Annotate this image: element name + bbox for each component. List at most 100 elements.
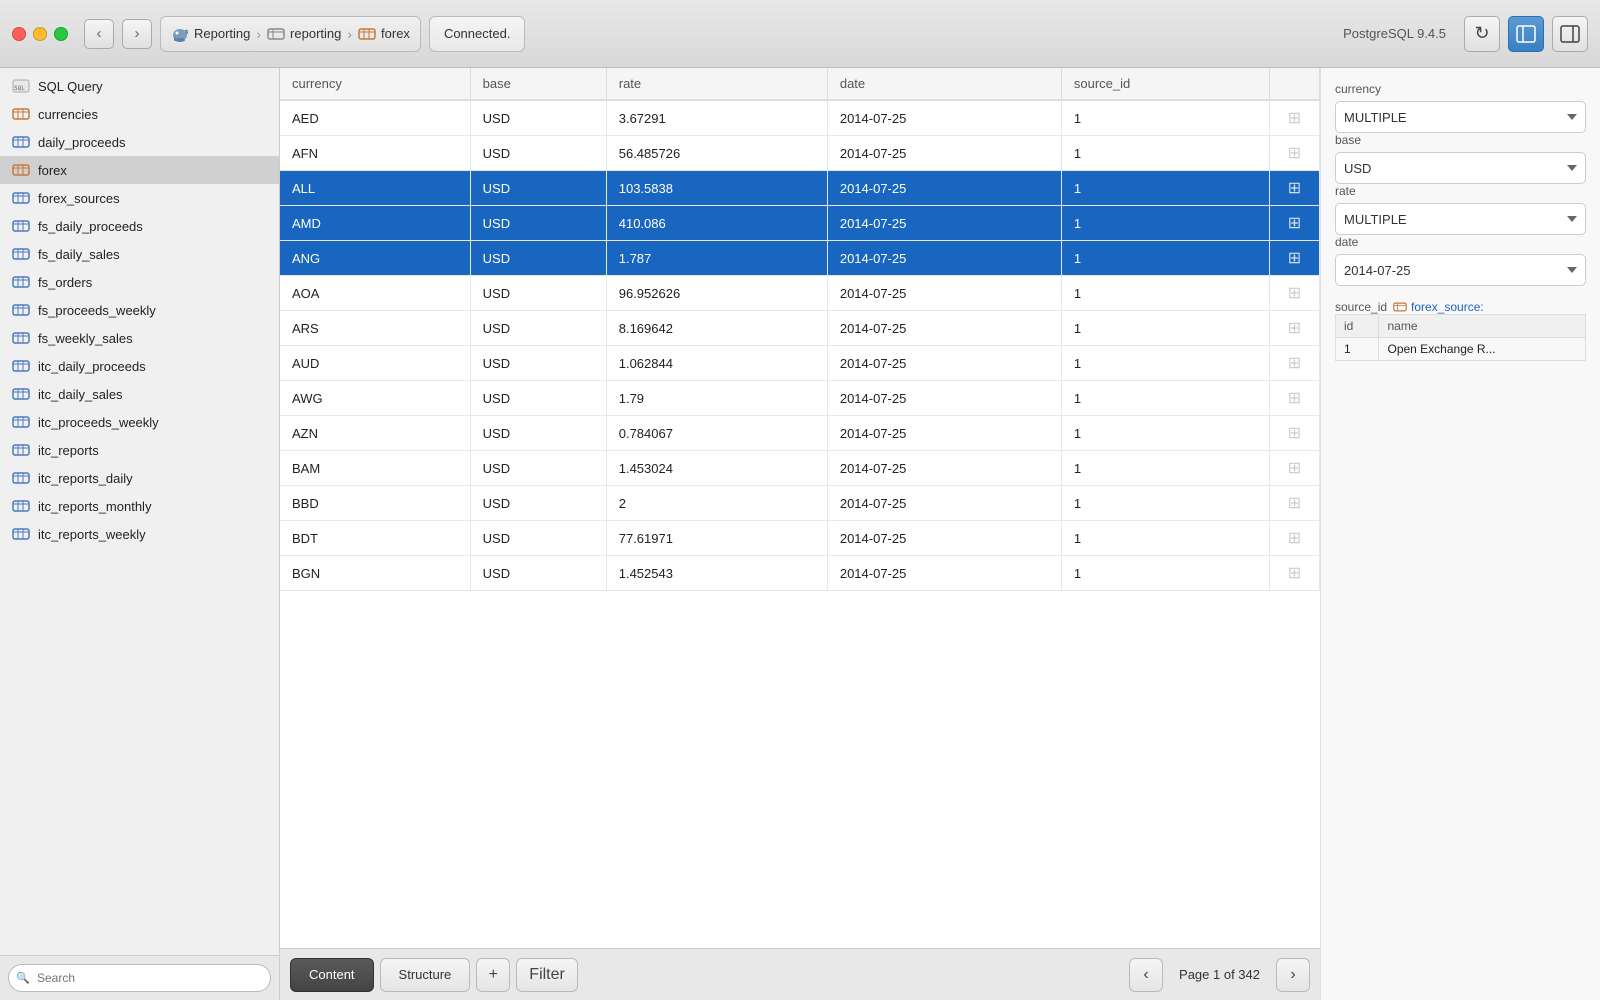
cell-source_id: 1 (1061, 521, 1269, 556)
cell-currency: AUD (280, 346, 470, 381)
table-blue-icon (12, 189, 30, 207)
table-header: currency base rate date source_id (280, 68, 1320, 100)
cell-rate: 2 (606, 486, 827, 521)
table-row[interactable]: AOA USD 96.952626 2014-07-25 1 ⊞ (280, 276, 1320, 311)
sidebar-item-itc-proceeds-weekly[interactable]: itc_proceeds_weekly (0, 408, 279, 436)
table-row[interactable]: ANG USD 1.787 2014-07-25 1 ⊞ (280, 241, 1320, 276)
tab-content[interactable]: Content (290, 958, 374, 992)
cell-rate: 410.086 (606, 206, 827, 241)
forward-button[interactable]: › (122, 19, 152, 49)
zoom-button[interactable] (54, 27, 68, 41)
row-grid-icon[interactable]: ⊞ (1288, 180, 1301, 197)
row-grid-icon[interactable]: ⊞ (1288, 285, 1301, 302)
left-panel-toggle[interactable] (1508, 16, 1544, 52)
filter-label-rate: rate (1335, 184, 1586, 198)
table-blue-icon (12, 133, 30, 151)
row-grid-icon[interactable]: ⊞ (1288, 215, 1301, 232)
row-grid-icon[interactable]: ⊞ (1288, 145, 1301, 162)
sidebar-item-label: itc_reports_weekly (38, 527, 146, 542)
sidebar-item-label: fs_proceeds_weekly (38, 303, 156, 318)
back-button[interactable]: ‹ (84, 19, 114, 49)
sidebar-item-itc-reports-daily[interactable]: itc_reports_daily (0, 464, 279, 492)
right-panel-icon (1560, 24, 1580, 44)
sidebar-item-itc-reports[interactable]: itc_reports (0, 436, 279, 464)
search-input[interactable] (8, 964, 271, 992)
sidebar-item-SQL Query[interactable]: SQL SQL Query (0, 72, 279, 100)
sidebar-item-label: daily_proceeds (38, 135, 125, 150)
add-row-button[interactable]: + (476, 958, 510, 992)
row-grid-icon[interactable]: ⊞ (1288, 530, 1301, 547)
row-grid-icon[interactable]: ⊞ (1288, 250, 1301, 267)
row-grid-icon[interactable]: ⊞ (1288, 460, 1301, 477)
sidebar-item-label: fs_weekly_sales (38, 331, 133, 346)
source-table-link[interactable]: forex_source: (1393, 300, 1484, 314)
cell-action: ⊞ (1270, 486, 1320, 521)
col-header-date[interactable]: date (827, 68, 1061, 100)
row-grid-icon[interactable]: ⊞ (1288, 355, 1301, 372)
table-row[interactable]: AZN USD 0.784067 2014-07-25 1 ⊞ (280, 416, 1320, 451)
row-grid-icon[interactable]: ⊞ (1288, 320, 1301, 337)
cell-action: ⊞ (1270, 311, 1320, 346)
minimize-button[interactable] (33, 27, 47, 41)
cell-currency: AWG (280, 381, 470, 416)
table-row[interactable]: BDT USD 77.61971 2014-07-25 1 ⊞ (280, 521, 1320, 556)
sidebar-item-itc-reports-weekly[interactable]: itc_reports_weekly (0, 520, 279, 548)
next-page-button[interactable]: › (1276, 958, 1310, 992)
cell-action: ⊞ (1270, 276, 1320, 311)
row-grid-icon[interactable]: ⊞ (1288, 425, 1301, 442)
table-blue-icon (12, 357, 30, 375)
cell-action: ⊞ (1270, 556, 1320, 591)
cell-base: USD (470, 416, 606, 451)
table-row[interactable]: AFN USD 56.485726 2014-07-25 1 ⊞ (280, 136, 1320, 171)
pg-version-label: PostgreSQL 9.4.5 (1333, 26, 1456, 41)
col-header-currency[interactable]: currency (280, 68, 470, 100)
sidebar-item-itc-reports-monthly[interactable]: itc_reports_monthly (0, 492, 279, 520)
row-grid-icon[interactable]: ⊞ (1288, 390, 1301, 407)
prev-page-button[interactable]: ‹ (1129, 958, 1163, 992)
table-blue-icon (12, 385, 30, 403)
sidebar-item-daily-proceeds[interactable]: daily_proceeds (0, 128, 279, 156)
filter-select-rate[interactable]: MULTIPLE (1335, 203, 1586, 235)
sidebar-item-itc-daily-proceeds[interactable]: itc_daily_proceeds (0, 352, 279, 380)
sidebar-item-currencies[interactable]: currencies (0, 100, 279, 128)
filter-select-currency[interactable]: MULTIPLE (1335, 101, 1586, 133)
sidebar-item-forex[interactable]: forex (0, 156, 279, 184)
tab-structure[interactable]: Structure (380, 958, 471, 992)
col-header-base[interactable]: base (470, 68, 606, 100)
row-grid-icon[interactable]: ⊞ (1288, 495, 1301, 512)
close-button[interactable] (12, 27, 26, 41)
sidebar-item-itc-daily-sales[interactable]: itc_daily_sales (0, 380, 279, 408)
sidebar-item-label: forex (38, 163, 67, 178)
right-panel-toggle[interactable] (1552, 16, 1588, 52)
table-row[interactable]: BAM USD 1.453024 2014-07-25 1 ⊞ (280, 451, 1320, 486)
table-row[interactable]: AWG USD 1.79 2014-07-25 1 ⊞ (280, 381, 1320, 416)
mini-table-row: 1 Open Exchange R... (1336, 338, 1586, 361)
table-row[interactable]: AUD USD 1.062844 2014-07-25 1 ⊞ (280, 346, 1320, 381)
cell-date: 2014-07-25 (827, 486, 1061, 521)
row-grid-icon[interactable]: ⊞ (1288, 110, 1301, 127)
table-row[interactable]: AED USD 3.67291 2014-07-25 1 ⊞ (280, 100, 1320, 136)
refresh-button[interactable]: ↻ (1464, 16, 1500, 52)
cell-date: 2014-07-25 (827, 416, 1061, 451)
filter-select-base[interactable]: USD (1335, 152, 1586, 184)
row-grid-icon[interactable]: ⊞ (1288, 565, 1301, 582)
sidebar-item-fs-daily-sales[interactable]: fs_daily_sales (0, 240, 279, 268)
col-header-rate[interactable]: rate (606, 68, 827, 100)
breadcrumb-db[interactable]: Reporting (171, 25, 250, 43)
table-row[interactable]: BGN USD 1.452543 2014-07-25 1 ⊞ (280, 556, 1320, 591)
table-row[interactable]: BBD USD 2 2014-07-25 1 ⊞ (280, 486, 1320, 521)
sidebar-item-fs-orders[interactable]: fs_orders (0, 268, 279, 296)
sidebar-item-forex-sources[interactable]: forex_sources (0, 184, 279, 212)
breadcrumb-schema[interactable]: reporting (267, 25, 341, 43)
filter-button[interactable]: Filter (516, 958, 578, 992)
sidebar-item-fs-weekly-sales[interactable]: fs_weekly_sales (0, 324, 279, 352)
filter-select-date[interactable]: 2014-07-25 (1335, 254, 1586, 286)
table-row[interactable]: AMD USD 410.086 2014-07-25 1 ⊞ (280, 206, 1320, 241)
sidebar-item-fs-proceeds-weekly[interactable]: fs_proceeds_weekly (0, 296, 279, 324)
breadcrumb-table[interactable]: forex (358, 25, 410, 43)
table-row[interactable]: ALL USD 103.5838 2014-07-25 1 ⊞ (280, 171, 1320, 206)
sidebar-item-fs-daily-proceeds[interactable]: fs_daily_proceeds (0, 212, 279, 240)
col-header-source_id[interactable]: source_id (1061, 68, 1269, 100)
filter-group-base: base USD (1335, 133, 1586, 184)
table-row[interactable]: ARS USD 8.169642 2014-07-25 1 ⊞ (280, 311, 1320, 346)
